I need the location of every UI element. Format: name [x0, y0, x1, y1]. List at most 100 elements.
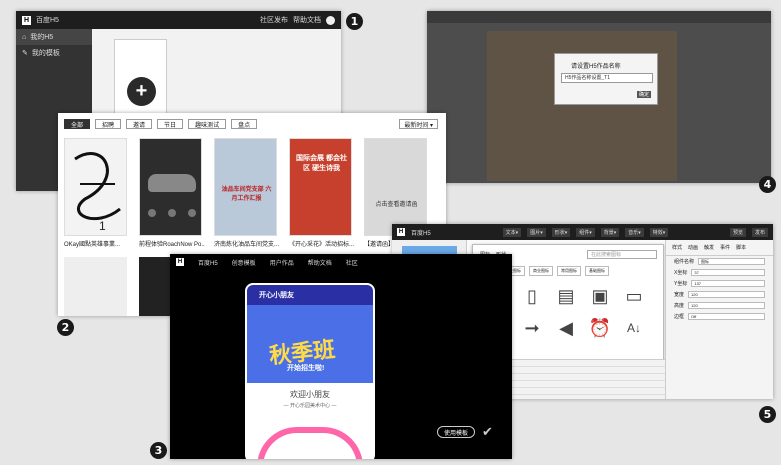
- dashboard-topbar: H 百度H5 社区发布 帮助文档: [16, 11, 341, 29]
- arrow-icon[interactable]: ➞: [519, 315, 545, 341]
- avatar[interactable]: [326, 15, 335, 25]
- plus-circle-icon[interactable]: +: [127, 77, 156, 106]
- tab-review[interactable]: 盘点: [231, 119, 258, 129]
- sidebar-item-label: 我的H5: [30, 34, 54, 41]
- stack-icon[interactable]: ▤: [553, 283, 579, 309]
- toolbar-shape-button[interactable]: 形状▾: [551, 227, 571, 237]
- toolbar-effect-button[interactable]: 特效▾: [649, 227, 669, 237]
- car-image: [148, 174, 196, 192]
- sort-az-icon[interactable]: A↓: [621, 315, 647, 341]
- welcome-subtext: — 开心乐园美术中心 —: [283, 403, 337, 409]
- pencil-icon: ✎: [22, 50, 28, 57]
- tab-script[interactable]: 脚本: [736, 244, 746, 251]
- template-card[interactable]: 油品车间党支部 六月工作汇报: [214, 138, 277, 236]
- editor-topbar: [427, 11, 771, 23]
- dot-icon: [168, 209, 176, 217]
- preview-topnav: H 百度H5 创意模板 用户作品 帮助文档 社区: [170, 254, 512, 270]
- app-logo-icon: H: [176, 258, 184, 266]
- app-name: 百度H5: [411, 230, 431, 237]
- toolbar-music-button[interactable]: 音乐▾: [625, 227, 644, 237]
- name-field[interactable]: 图标: [698, 258, 765, 265]
- template-card[interactable]: 国际会展 都会社区 硬生诗我: [289, 138, 352, 236]
- sidebar-item-my-h5[interactable]: ⌂ 我的H5: [16, 29, 92, 45]
- app-name: 百度H5: [36, 17, 59, 24]
- image-icon[interactable]: ▣: [587, 283, 613, 309]
- card-text: 油品车间党支部 六月工作汇报: [221, 187, 272, 202]
- template-card[interactable]: [139, 138, 202, 236]
- height-field[interactable]: 120: [688, 302, 765, 309]
- doc-icon[interactable]: ▯: [519, 283, 545, 309]
- dot-icon: [188, 209, 196, 217]
- card-text: 1: [99, 219, 106, 233]
- toolbar-text-button[interactable]: 文本▾: [502, 227, 522, 237]
- nav-community[interactable]: 社区: [346, 258, 358, 267]
- nav-works[interactable]: 用户作品: [270, 258, 294, 267]
- x-field[interactable]: 37: [691, 269, 765, 276]
- tab-trigger[interactable]: 触发: [704, 244, 714, 251]
- confirm-button[interactable]: 确定: [637, 91, 651, 98]
- y-field[interactable]: 137: [691, 280, 765, 287]
- app-logo-icon: H: [22, 15, 31, 25]
- publish-button[interactable]: 发布: [751, 227, 768, 237]
- use-template-button[interactable]: 使用模板: [437, 426, 476, 438]
- template-preview-screenshot: H 百度H5 创意模板 用户作品 帮助文档 社区 开心小朋友 秋季班 开始招生啦…: [170, 254, 512, 459]
- editor-naming-screenshot: 请设置H5作品名称 H5作品名称设置_T1 确定: [427, 11, 771, 183]
- card-caption: OKay國點英雄事業...: [64, 242, 121, 248]
- field-label: X坐标: [674, 270, 688, 276]
- sidebar-item-my-templates[interactable]: ✎ 我的模板: [16, 45, 92, 61]
- tab-style[interactable]: 样式: [672, 244, 682, 251]
- name-input[interactable]: H5作品名称设置_T1: [561, 73, 653, 83]
- toolbar-image-button[interactable]: 图片▾: [527, 227, 546, 237]
- dialog-title: 请设置H5作品名称: [571, 64, 621, 70]
- category-common[interactable]: 常用图标: [557, 266, 581, 276]
- nav-docs[interactable]: 帮助文档: [308, 258, 332, 267]
- card-caption: 前程体验RoachNow Po...: [139, 242, 205, 248]
- editor-topbar: H 百度H5 文本▾ 图片▾ 形状▾ 组件▾ 背景▾ 音乐▾ 特效▾ 预览 发布: [392, 224, 773, 240]
- category-basic[interactable]: 基础图标: [585, 266, 609, 276]
- name-dialog: 请设置H5作品名称 H5作品名称设置_T1 确定: [554, 53, 658, 105]
- nav-templates[interactable]: 创意模板: [232, 258, 256, 267]
- tab-recruit[interactable]: 招聘: [95, 119, 122, 129]
- border-toggle[interactable]: Off: [688, 313, 765, 320]
- toolbar-background-button[interactable]: 背景▾: [600, 227, 620, 237]
- field-label: Y坐标: [674, 281, 688, 287]
- rect-icon[interactable]: ▭: [621, 283, 647, 309]
- topbar-link[interactable]: 帮助文档: [293, 15, 321, 25]
- poster-header: 开心小朋友: [247, 285, 373, 305]
- tab-all[interactable]: 全部: [64, 119, 91, 129]
- sidebar-item-label: 我的模板: [31, 50, 60, 57]
- card-text: 点击查看邀请函: [375, 202, 418, 208]
- preview-button[interactable]: 预览: [729, 227, 746, 237]
- megaphone-icon[interactable]: ◀: [553, 315, 579, 341]
- tab-festival[interactable]: 节日: [157, 119, 184, 129]
- topbar-link[interactable]: 社区发布: [260, 15, 288, 25]
- field-label: 组件名称: [674, 259, 695, 265]
- tab-event[interactable]: 事件: [720, 244, 730, 251]
- step-badge: 4: [759, 176, 776, 193]
- app-name: 百度H5: [198, 260, 218, 267]
- field-label: 边框: [674, 314, 685, 320]
- tab-animation[interactable]: 动画: [688, 244, 698, 251]
- category-tabs: 全部 招聘 邀请 节日 趣味测试 盘点: [64, 119, 258, 129]
- check-icon: ✔: [482, 424, 493, 439]
- sort-dropdown[interactable]: 最新时间 ▾: [399, 119, 438, 129]
- card-caption: 《开心采花》活动招标...: [289, 242, 355, 248]
- template-card[interactable]: [64, 257, 127, 316]
- toolbar-component-button[interactable]: 组件▾: [576, 227, 595, 237]
- rainbow-image: [257, 427, 363, 459]
- tab-invite[interactable]: 邀请: [126, 119, 153, 129]
- field-label: 宽度: [674, 292, 685, 298]
- template-card[interactable]: 1: [64, 138, 127, 236]
- width-field[interactable]: 120: [688, 291, 765, 298]
- poster-image: 秋季班 开始招生啦!: [247, 305, 373, 383]
- category-business[interactable]: 商业图标: [529, 266, 553, 276]
- welcome-text: 欢迎小朋友: [290, 390, 330, 399]
- calligraphy-image: [74, 152, 121, 220]
- template-card[interactable]: 点击查看邀请函: [364, 138, 427, 236]
- tab-quiz[interactable]: 趣味测试: [188, 119, 227, 129]
- icon-search-input[interactable]: 在此搜索图标: [587, 250, 657, 259]
- alarm-clock-icon[interactable]: ⏰: [587, 315, 613, 341]
- home-icon: ⌂: [22, 33, 27, 41]
- poster-subtitle: 开始招生啦!: [287, 365, 325, 372]
- app-logo-icon: H: [397, 228, 405, 236]
